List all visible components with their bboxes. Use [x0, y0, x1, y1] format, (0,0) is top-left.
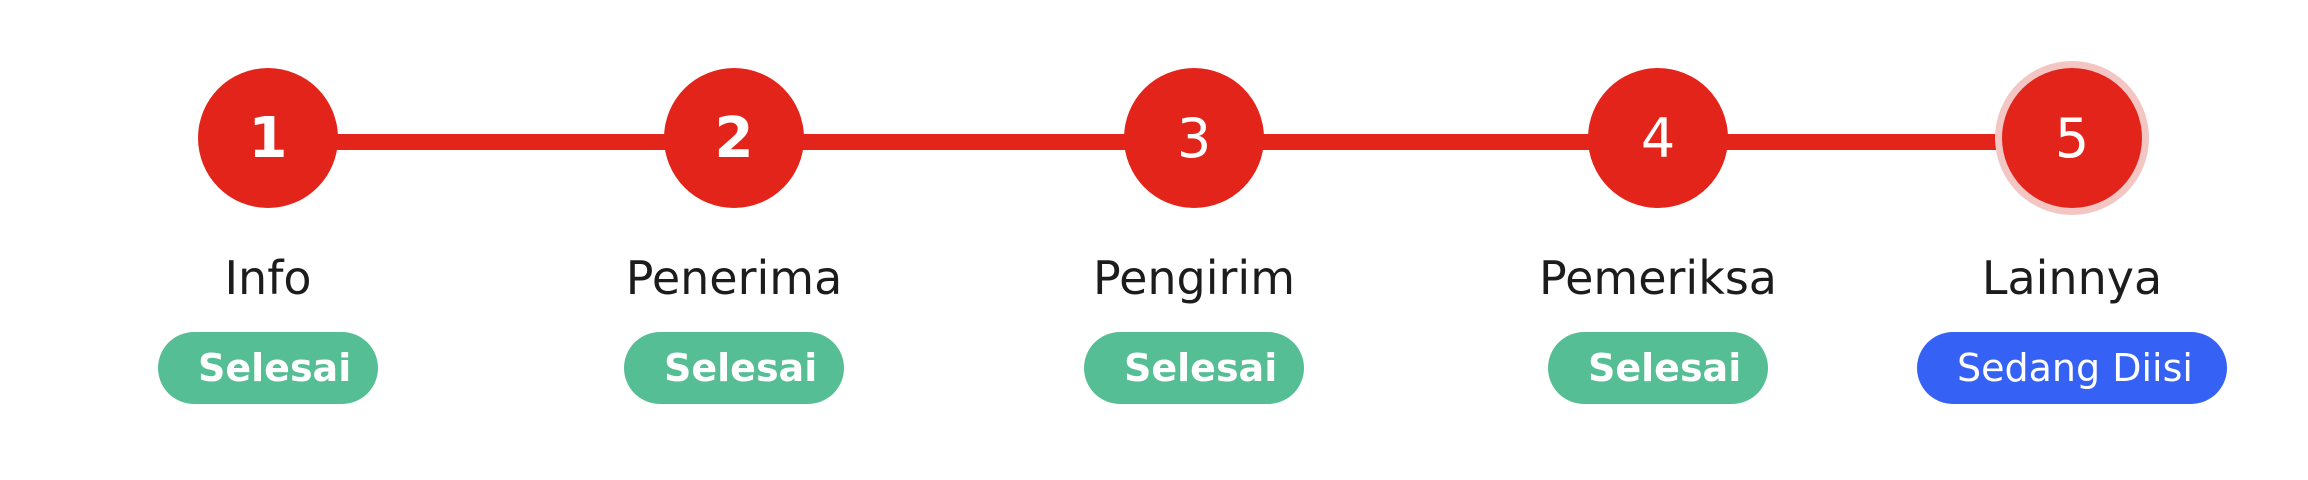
step-number-circle: 3: [1124, 68, 1264, 208]
step-pengirim[interactable]: 3 Pengirim Selesai: [1014, 0, 1374, 480]
step-info[interactable]: 1 Info Selesai: [88, 0, 448, 480]
status-badge: Selesai: [158, 332, 378, 404]
step-number-circle: 4: [1588, 68, 1728, 208]
step-number-circle: 5: [2002, 68, 2142, 208]
step-lainnya[interactable]: 5 Lainnya Sedang Diisi: [1892, 0, 2252, 480]
step-label: Pengirim: [1092, 251, 1296, 305]
step-penerima[interactable]: 2 Penerima Selesai: [554, 0, 914, 480]
status-badge: Sedang Diisi: [1917, 332, 2227, 404]
step-number-circle: 1: [198, 68, 338, 208]
status-badge: Selesai: [1084, 332, 1304, 404]
step-label: Lainnya: [1981, 251, 2163, 305]
step-label: Info: [224, 251, 312, 305]
progress-stepper: 1 Info Selesai 2 Penerima Selesai 3 Peng…: [0, 0, 2308, 480]
status-badge: Selesai: [1548, 332, 1768, 404]
step-pemeriksa[interactable]: 4 Pemeriksa Selesai: [1478, 0, 1838, 480]
status-badge: Selesai: [624, 332, 844, 404]
step-label: Penerima: [625, 251, 843, 305]
step-label: Pemeriksa: [1539, 251, 1777, 305]
step-number-circle: 2: [664, 68, 804, 208]
